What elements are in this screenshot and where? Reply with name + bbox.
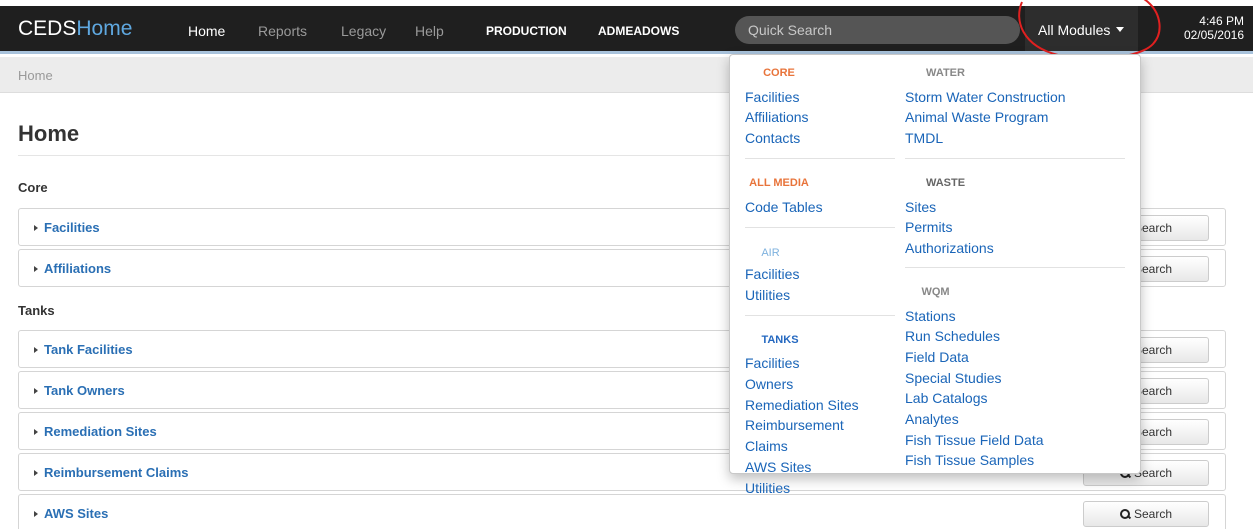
menu-heading-waste: WASTE <box>925 177 966 189</box>
caret-right-icon <box>34 388 38 394</box>
panel-toggle-tank-facilities[interactable]: Tank Facilities <box>34 342 133 357</box>
search-button-label: Search <box>1133 507 1173 521</box>
caret-right-icon <box>34 225 38 231</box>
menu-waste-authorizations[interactable]: Authorizations <box>905 240 994 256</box>
panel-toggle-remediation-sites[interactable]: Remediation Sites <box>34 424 157 439</box>
title-divider <box>18 155 738 156</box>
menu-tanks-aws-sites[interactable]: AWS Sites <box>745 459 811 475</box>
nav-home[interactable]: Home <box>188 23 225 39</box>
menu-water-tmdl[interactable]: TMDL <box>905 130 943 146</box>
caret-down-icon <box>1116 27 1125 32</box>
caret-right-icon <box>34 470 38 476</box>
panel-title: Remediation Sites <box>44 424 157 439</box>
clock: 4:46 PM 02/05/2016 <box>1152 14 1244 42</box>
menu-tanks-reimbursement[interactable]: Reimbursement <box>745 417 844 433</box>
section-label-tanks: Tanks <box>18 303 55 318</box>
menu-waste-sites[interactable]: Sites <box>905 199 936 215</box>
section-label-core: Core <box>18 180 48 195</box>
panel-toggle-facilities[interactable]: Facilities <box>34 220 100 235</box>
caret-right-icon <box>34 266 38 272</box>
top-navbar: CEDSHome Home Reports Legacy Help PRODUC… <box>0 6 1253 54</box>
menu-heading-tanks: TANKS <box>761 334 799 346</box>
panel-toggle-tank-owners[interactable]: Tank Owners <box>34 383 125 398</box>
panel-title: AWS Sites <box>44 506 109 521</box>
menu-waste-permits[interactable]: Permits <box>905 219 952 235</box>
menu-divider <box>745 227 895 228</box>
menu-heading-wqm: WQM <box>921 286 950 298</box>
caret-right-icon <box>34 347 38 353</box>
panel-toggle-affiliations[interactable]: Affiliations <box>34 261 111 276</box>
menu-core-affiliations[interactable]: Affiliations <box>745 109 809 125</box>
menu-air-facilities[interactable]: Facilities <box>745 266 799 282</box>
panel-title: Reimbursement Claims <box>44 465 189 480</box>
menu-water-storm-water-construction[interactable]: Storm Water Construction <box>905 89 1066 105</box>
panel-title: Tank Owners <box>44 383 125 398</box>
menu-wqm-analytes[interactable]: Analytes <box>905 411 959 427</box>
menu-air-utilities[interactable]: Utilities <box>745 287 790 303</box>
quick-search-input[interactable] <box>735 16 1020 44</box>
menu-tanks-claims[interactable]: Claims <box>745 438 788 454</box>
caret-right-icon <box>34 511 38 517</box>
menu-heading-air: AIR <box>761 247 780 259</box>
menu-wqm-special-studies[interactable]: Special Studies <box>905 370 1002 386</box>
menu-core-contacts[interactable]: Contacts <box>745 130 800 146</box>
menu-wqm-fish-tissue-field-data[interactable]: Fish Tissue Field Data <box>905 432 1044 448</box>
menu-heading-core: CORE <box>763 67 795 79</box>
all-modules-dropdown-button[interactable]: All Modules <box>1025 6 1138 51</box>
menu-divider <box>745 315 895 316</box>
menu-tanks-remediation-sites[interactable]: Remediation Sites <box>745 397 859 413</box>
panel-title: Facilities <box>44 220 100 235</box>
nav-reports[interactable]: Reports <box>258 23 307 39</box>
menu-heading-water: WATER <box>926 67 965 79</box>
breadcrumb[interactable]: Home <box>18 68 53 83</box>
all-modules-label: All Modules <box>1038 22 1111 38</box>
page-title: Home <box>18 121 80 146</box>
nav-help[interactable]: Help <box>415 23 444 39</box>
menu-wqm-lab-catalogs[interactable]: Lab Catalogs <box>905 390 988 406</box>
aws-sites-search-button[interactable]: Search <box>1083 501 1209 527</box>
menu-tanks-owners[interactable]: Owners <box>745 376 793 392</box>
menu-water-animal-waste-program[interactable]: Animal Waste Program <box>905 109 1048 125</box>
menu-divider <box>905 267 1125 268</box>
clock-time: 4:46 PM <box>1199 14 1244 28</box>
brand-part1: CEDS <box>18 17 77 40</box>
panel-title: Tank Facilities <box>44 342 133 357</box>
menu-heading-all-media: ALL MEDIA <box>749 177 809 189</box>
panel-toggle-aws-sites[interactable]: AWS Sites <box>34 506 108 521</box>
menu-core-facilities[interactable]: Facilities <box>745 89 799 105</box>
menu-all-media-code-tables[interactable]: Code Tables <box>745 199 823 215</box>
menu-wqm-stations[interactable]: Stations <box>905 308 956 324</box>
nav-environment[interactable]: PRODUCTION <box>486 24 567 38</box>
menu-divider <box>745 158 895 159</box>
panel-aws-sites: AWS Sites Search <box>18 494 1226 529</box>
nav-user[interactable]: ADMEADOWS <box>598 24 679 38</box>
menu-wqm-fish-tissue-samples[interactable]: Fish Tissue Samples <box>905 452 1034 468</box>
menu-wqm-run-schedules[interactable]: Run Schedules <box>905 328 1000 344</box>
search-icon <box>1119 509 1130 519</box>
panel-toggle-reimbursement-claims[interactable]: Reimbursement Claims <box>34 465 189 480</box>
panel-title: Affiliations <box>44 261 112 276</box>
clock-date: 02/05/2016 <box>1183 28 1244 42</box>
menu-wqm-field-data[interactable]: Field Data <box>905 349 969 365</box>
nav-legacy[interactable]: Legacy <box>341 23 386 39</box>
menu-divider <box>905 158 1125 159</box>
caret-right-icon <box>34 429 38 435</box>
menu-tanks-facilities[interactable]: Facilities <box>745 355 799 371</box>
brand-logo[interactable]: CEDSHome <box>18 17 132 41</box>
menu-tanks-utilities[interactable]: Utilities <box>745 480 790 496</box>
all-modules-menu: CORE Facilities Affiliations Contacts AL… <box>729 54 1141 496</box>
brand-part2: Home <box>76 17 133 40</box>
